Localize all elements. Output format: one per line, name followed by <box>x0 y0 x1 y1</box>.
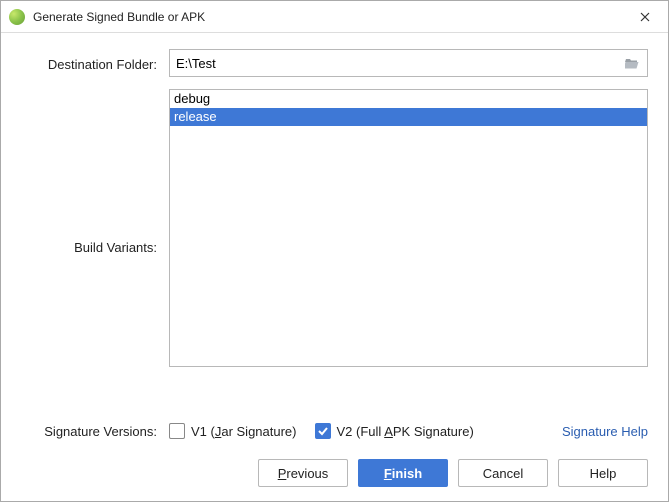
v1-signature-checkbox[interactable]: V1 (Jar Signature) <box>169 423 297 439</box>
button-row: Previous Finish Cancel Help <box>1 449 668 501</box>
previous-button[interactable]: Previous <box>258 459 348 487</box>
destination-row: Destination Folder: <box>21 49 648 77</box>
checkbox-icon <box>169 423 185 439</box>
signature-row: Signature Versions: V1 (Jar Signature) V… <box>21 423 648 439</box>
destination-input-wrap <box>169 49 648 77</box>
checkbox-icon <box>315 423 331 439</box>
destination-input[interactable] <box>170 50 619 76</box>
cancel-button[interactable]: Cancel <box>458 459 548 487</box>
destination-label: Destination Folder: <box>21 55 169 72</box>
folder-open-icon <box>625 57 641 69</box>
browse-button[interactable] <box>619 50 647 76</box>
v2-signature-checkbox[interactable]: V2 (Full APK Signature) <box>315 423 474 439</box>
android-studio-icon <box>9 9 25 25</box>
v2-signature-label: V2 (Full APK Signature) <box>337 424 474 439</box>
dialog-window: Generate Signed Bundle or APK Destinatio… <box>0 0 669 502</box>
checkmark-icon <box>317 425 329 437</box>
build-variants-label: Build Variants: <box>21 238 169 255</box>
help-button[interactable]: Help <box>558 459 648 487</box>
close-icon <box>640 12 650 22</box>
signature-versions-label: Signature Versions: <box>21 424 169 439</box>
dialog-content: Destination Folder: Build Variants: debu… <box>1 33 668 449</box>
build-variants-list[interactable]: debugrelease <box>169 89 648 367</box>
title-bar: Generate Signed Bundle or APK <box>1 1 668 33</box>
window-title: Generate Signed Bundle or APK <box>33 10 622 24</box>
variant-item-release[interactable]: release <box>170 108 647 126</box>
build-variants-row: Build Variants: debugrelease <box>21 89 648 403</box>
signature-help-link[interactable]: Signature Help <box>562 424 648 439</box>
variant-item-debug[interactable]: debug <box>170 90 647 108</box>
close-button[interactable] <box>622 1 668 32</box>
finish-button[interactable]: Finish <box>358 459 448 487</box>
v1-signature-label: V1 (Jar Signature) <box>191 424 297 439</box>
